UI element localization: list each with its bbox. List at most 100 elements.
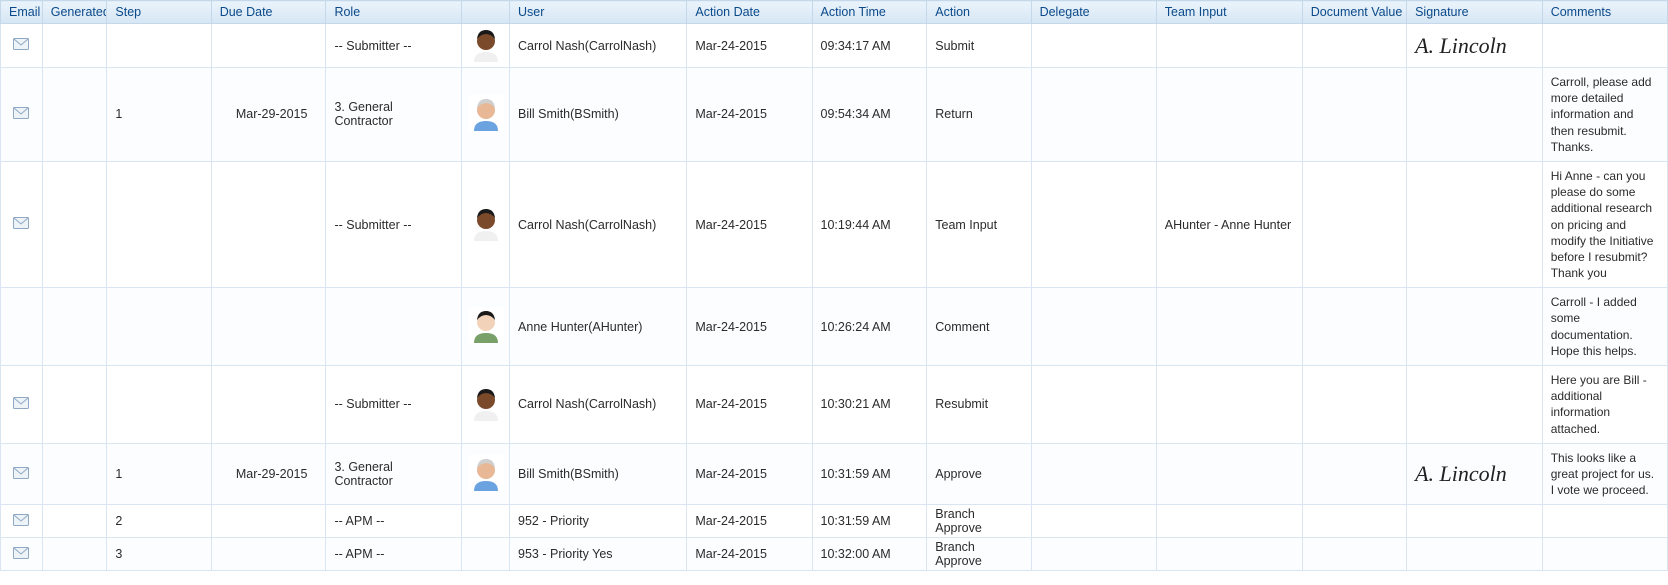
- cell-comments: Carroll - I added some documentation. Ho…: [1542, 288, 1667, 366]
- cell-action-date: Mar-24-2015: [687, 68, 812, 162]
- cell-role: -- Submitter --: [326, 24, 462, 68]
- cell-signature: A. Lincoln: [1407, 24, 1543, 68]
- cell-delegate: [1031, 505, 1156, 538]
- cell-email[interactable]: [1, 505, 43, 538]
- cell-email[interactable]: [1, 366, 43, 444]
- col-header-comments[interactable]: Comments: [1542, 1, 1667, 24]
- table-row[interactable]: 2-- APM --952 - PriorityMar-24-201510:31…: [1, 505, 1668, 538]
- mail-icon[interactable]: [13, 467, 29, 479]
- col-header-action[interactable]: Action: [927, 1, 1031, 24]
- cell-team-input: [1156, 366, 1302, 444]
- avatar: [468, 205, 504, 241]
- table-row[interactable]: 3-- APM --953 - Priority YesMar-24-20151…: [1, 538, 1668, 571]
- cell-role: 3. General Contractor: [326, 68, 462, 162]
- cell-email[interactable]: [1, 68, 43, 162]
- cell-due-date: [211, 538, 326, 571]
- cell-user: Bill Smith(BSmith): [510, 443, 687, 505]
- cell-document-value: [1302, 68, 1406, 162]
- cell-action: Return: [927, 68, 1031, 162]
- cell-action-time: 10:26:24 AM: [812, 288, 927, 366]
- cell-avatar: [462, 24, 510, 68]
- cell-delegate: [1031, 538, 1156, 571]
- cell-document-value: [1302, 505, 1406, 538]
- col-header-user[interactable]: User: [510, 1, 687, 24]
- cell-comments: This looks like a great project for us. …: [1542, 443, 1667, 505]
- table-row[interactable]: 1Mar-29-20153. General ContractorBill Sm…: [1, 443, 1668, 505]
- cell-generated: [42, 68, 107, 162]
- col-header-action-time[interactable]: Action Time: [812, 1, 927, 24]
- col-header-document-value[interactable]: Document Value: [1302, 1, 1406, 24]
- cell-signature: [1407, 68, 1543, 162]
- cell-step: 1: [107, 443, 211, 505]
- cell-step: 3: [107, 538, 211, 571]
- cell-document-value: [1302, 538, 1406, 571]
- cell-action-time: 10:32:00 AM: [812, 538, 927, 571]
- col-header-generated[interactable]: Generated: [42, 1, 107, 24]
- col-header-team-input[interactable]: Team Input: [1156, 1, 1302, 24]
- col-header-due-date[interactable]: Due Date: [211, 1, 326, 24]
- cell-delegate: [1031, 161, 1156, 287]
- mail-icon[interactable]: [13, 107, 29, 119]
- cell-comments: Carroll, please add more detailed inform…: [1542, 68, 1667, 162]
- cell-delegate: [1031, 288, 1156, 366]
- col-header-email[interactable]: Email: [1, 1, 43, 24]
- table-row[interactable]: -- Submitter --Carrol Nash(CarrolNash)Ma…: [1, 24, 1668, 68]
- cell-action: Resubmit: [927, 366, 1031, 444]
- cell-email[interactable]: [1, 443, 43, 505]
- cell-team-input: [1156, 68, 1302, 162]
- cell-due-date: [211, 366, 326, 444]
- cell-user: Bill Smith(BSmith): [510, 68, 687, 162]
- mail-icon[interactable]: [13, 397, 29, 409]
- cell-signature: [1407, 538, 1543, 571]
- cell-role: -- APM --: [326, 538, 462, 571]
- cell-user: Carrol Nash(CarrolNash): [510, 24, 687, 68]
- cell-team-input: [1156, 443, 1302, 505]
- cell-team-input: [1156, 288, 1302, 366]
- cell-email[interactable]: [1, 161, 43, 287]
- cell-team-input: [1156, 505, 1302, 538]
- cell-action-date: Mar-24-2015: [687, 538, 812, 571]
- cell-step: [107, 161, 211, 287]
- table-row[interactable]: Anne Hunter(AHunter)Mar-24-201510:26:24 …: [1, 288, 1668, 366]
- workflow-history-table: Email Generated Step Due Date Role User …: [0, 0, 1668, 571]
- table-row[interactable]: -- Submitter --Carrol Nash(CarrolNash)Ma…: [1, 366, 1668, 444]
- cell-action-time: 10:31:59 AM: [812, 505, 927, 538]
- table-row[interactable]: 1Mar-29-20153. General Contractor Bill Sm…: [1, 68, 1668, 162]
- cell-email: [1, 288, 43, 366]
- table-header-row: Email Generated Step Due Date Role User …: [1, 1, 1668, 24]
- avatar: [468, 307, 504, 343]
- col-header-step[interactable]: Step: [107, 1, 211, 24]
- cell-generated: [42, 538, 107, 571]
- cell-action: Submit: [927, 24, 1031, 68]
- cell-generated: [42, 161, 107, 287]
- cell-action-time: 09:54:34 AM: [812, 68, 927, 162]
- mail-icon[interactable]: [13, 217, 29, 229]
- cell-avatar: [462, 505, 510, 538]
- cell-email[interactable]: [1, 24, 43, 68]
- cell-document-value: [1302, 24, 1406, 68]
- cell-email[interactable]: [1, 538, 43, 571]
- cell-due-date: Mar-29-2015: [211, 68, 326, 162]
- cell-avatar: [462, 366, 510, 444]
- cell-comments: [1542, 24, 1667, 68]
- col-header-avatar[interactable]: [462, 1, 510, 24]
- col-header-delegate[interactable]: Delegate: [1031, 1, 1156, 24]
- cell-user: Carrol Nash(CarrolNash): [510, 161, 687, 287]
- cell-step: 1: [107, 68, 211, 162]
- cell-avatar: [462, 288, 510, 366]
- col-header-role[interactable]: Role: [326, 1, 462, 24]
- mail-icon[interactable]: [13, 514, 29, 526]
- col-header-signature[interactable]: Signature: [1407, 1, 1543, 24]
- col-header-action-date[interactable]: Action Date: [687, 1, 812, 24]
- cell-action: Comment: [927, 288, 1031, 366]
- cell-action-date: Mar-24-2015: [687, 366, 812, 444]
- mail-icon[interactable]: [13, 38, 29, 50]
- cell-generated: [42, 443, 107, 505]
- table-row[interactable]: -- Submitter --Carrol Nash(CarrolNash)Ma…: [1, 161, 1668, 287]
- cell-action: Branch Approve: [927, 538, 1031, 571]
- cell-delegate: [1031, 443, 1156, 505]
- avatar: [468, 455, 504, 491]
- mail-icon[interactable]: [13, 547, 29, 559]
- cell-role: -- Submitter --: [326, 161, 462, 287]
- cell-role: -- Submitter --: [326, 366, 462, 444]
